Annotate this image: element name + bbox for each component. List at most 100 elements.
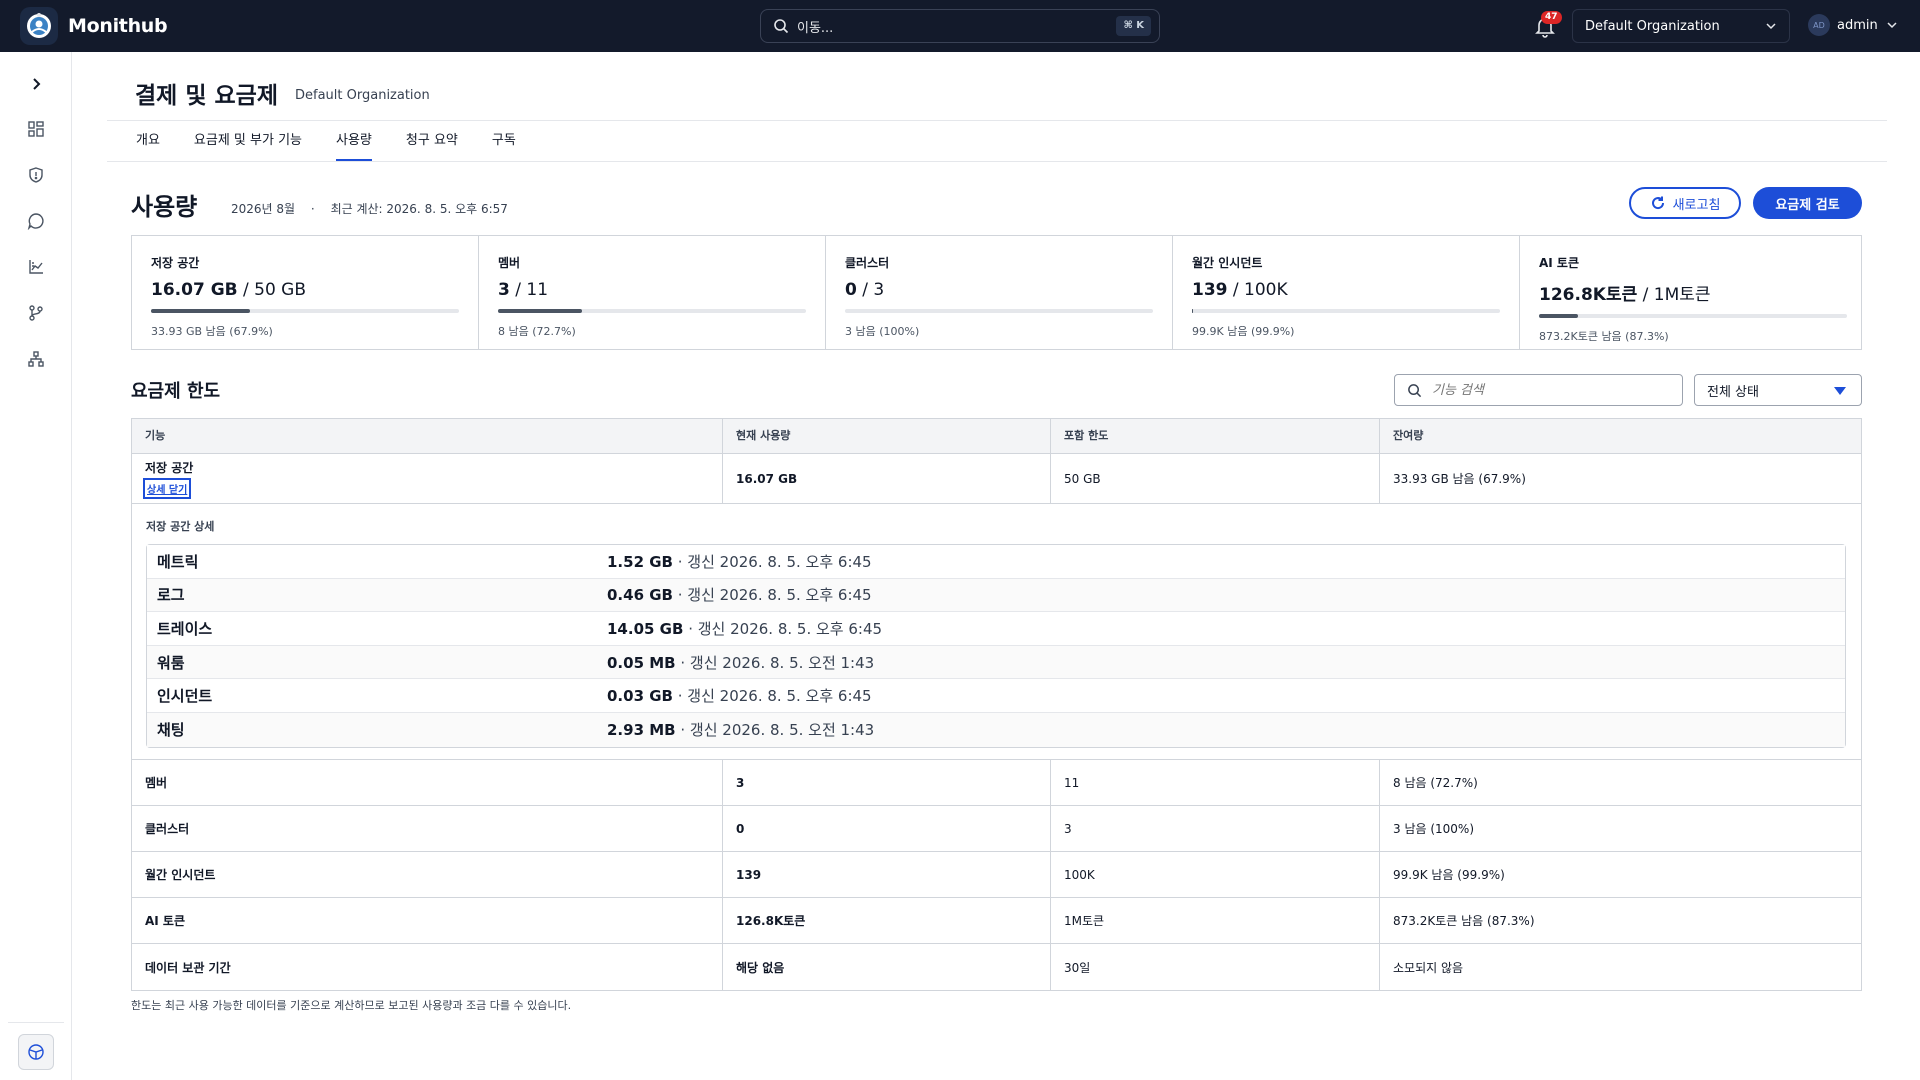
- user-menu[interactable]: AD admin: [1808, 14, 1898, 36]
- usage-card-clusters: 클러스터 0 / 3 3 남음 (100%): [826, 236, 1173, 349]
- usage-cards: 저장 공간 16.07 GB / 50 GB 33.93 GB 남음 (67.9…: [131, 235, 1862, 350]
- feature-search-input[interactable]: [1432, 382, 1662, 398]
- usage-card-ai-tokens: AI 토큰 126.8K토큰 / 1M토큰 873.2K토큰 남음 (87.3%…: [1520, 236, 1866, 349]
- status-filter-select[interactable]: 전체 상태: [1694, 374, 1862, 406]
- brand[interactable]: Monithub: [20, 7, 168, 45]
- plan-limits-table: 기능 현재 사용량 포함 한도 잔여량 저장 공간 상세 닫기 16.07 GB…: [131, 418, 1862, 991]
- storage-detail-panel: 저장 공간 상세 메트릭 1.52 GB · 갱신 2026. 8. 5. 오후…: [132, 504, 1861, 760]
- cell-remaining: 33.93 GB 남음 (67.9%): [1393, 472, 1526, 486]
- card-limit: / 50 GB: [243, 280, 307, 300]
- cell-remaining: 3 남음 (100%): [1393, 822, 1475, 836]
- limits-footnote: 한도는 최근 사용 가능한 데이터를 기준으로 계산하므로 보고된 사용량과 조…: [131, 999, 572, 1012]
- card-remaining: 99.9K 남음 (99.9%): [1192, 325, 1295, 338]
- card-label: AI 토큰: [1539, 256, 1580, 270]
- list-item: 워룸 0.05 MB · 갱신 2026. 8. 5. 오전 1:43: [147, 645, 1845, 680]
- chat-icon[interactable]: [24, 209, 48, 233]
- usage-progress-bar: [1192, 309, 1500, 313]
- table-row: 멤버 3 11 8 남음 (72.7%): [132, 760, 1861, 806]
- cell-feature: 월간 인시던트: [132, 852, 723, 897]
- brand-name: Monithub: [68, 15, 168, 37]
- usage-progress-bar: [845, 309, 1153, 313]
- avatar: AD: [1808, 14, 1830, 36]
- storage-item-name: 트레이스: [157, 619, 213, 638]
- card-used: 16.07 GB: [151, 280, 238, 300]
- review-plan-button[interactable]: 요금제 검토: [1753, 187, 1862, 219]
- card-value: 16.07 GB / 50 GB: [151, 280, 459, 300]
- refresh-button-label: 새로고침: [1672, 197, 1721, 213]
- global-search[interactable]: 이동... ⌘ K: [760, 9, 1160, 43]
- shield-icon[interactable]: [24, 163, 48, 187]
- close-details-link[interactable]: 상세 닫기: [143, 477, 192, 499]
- column-header-current: 현재 사용량: [723, 419, 1051, 453]
- workspace-switch-button[interactable]: [18, 1034, 54, 1070]
- tab-overview[interactable]: 개요: [136, 131, 160, 161]
- storage-item-value: 0.05 MB · 갱신 2026. 8. 5. 오전 1:43: [607, 652, 874, 673]
- table-row-storage: 저장 공간 상세 닫기 16.07 GB 50 GB 33.93 GB 남음 (…: [132, 454, 1861, 504]
- storage-item-name: 메트릭: [157, 552, 199, 571]
- tab-bar: 개요 요금제 및 부가 기능 사용량 청구 요약 구독: [136, 131, 550, 161]
- dashboard-grid-icon[interactable]: [24, 117, 48, 141]
- card-label: 저장 공간: [151, 256, 200, 270]
- organization-select[interactable]: Default Organization: [1572, 9, 1790, 43]
- storage-item-size: 0.05 MB: [607, 653, 676, 672]
- cell-current: 16.07 GB: [723, 454, 1051, 503]
- column-header-feature: 기능: [132, 419, 723, 453]
- refresh-button[interactable]: 새로고침: [1629, 187, 1741, 219]
- topology-icon[interactable]: [24, 347, 48, 371]
- global-search-placeholder: 이동...: [797, 20, 834, 36]
- tab-plans-addons[interactable]: 요금제 및 부가 기능: [194, 131, 302, 161]
- card-value: 0 / 3: [845, 280, 1153, 300]
- cell-limit: 1M토큰: [1051, 898, 1380, 943]
- chart-icon[interactable]: [24, 255, 48, 279]
- storage-item-name: 워룸: [157, 653, 185, 672]
- usage-progress-fill: [151, 309, 250, 313]
- usage-progress-fill: [1539, 314, 1579, 318]
- feature-search[interactable]: [1394, 374, 1683, 406]
- cell-limit: 50 GB: [1051, 454, 1380, 503]
- storage-item-updated: · 갱신 2026. 8. 5. 오후 6:45: [688, 619, 883, 638]
- tab-subscription[interactable]: 구독: [492, 131, 516, 161]
- usage-card-members: 멤버 3 / 11 8 남음 (72.7%): [479, 236, 826, 349]
- storage-item-value: 1.52 GB · 갱신 2026. 8. 5. 오후 6:45: [607, 551, 872, 572]
- storage-item-name: 인시던트: [157, 687, 213, 706]
- card-value: 3 / 11: [498, 280, 806, 300]
- storage-detail-title: 저장 공간 상세: [146, 520, 215, 533]
- card-remaining: 3 남음 (100%): [845, 325, 920, 338]
- chevron-right-icon[interactable]: [24, 72, 48, 96]
- last-calculated: 최근 계산: 2026. 8. 5. 오후 6:57: [330, 202, 508, 216]
- tab-usage[interactable]: 사용량: [336, 131, 372, 161]
- header-divider: [107, 120, 1887, 121]
- storage-item-updated: · 갱신 2026. 8. 5. 오후 6:45: [677, 687, 872, 706]
- meta-separator: ·: [310, 202, 315, 216]
- brand-logo-icon: [20, 7, 58, 45]
- cell-feature: 멤버: [132, 760, 723, 805]
- card-limit: / 1M토큰: [1642, 285, 1711, 305]
- shortcut-badge: ⌘ K: [1116, 16, 1151, 36]
- table-header: 기능 현재 사용량 포함 한도 잔여량: [132, 419, 1861, 454]
- card-remaining: 873.2K토큰 남음 (87.3%): [1539, 330, 1669, 343]
- usage-progress-fill: [498, 309, 583, 313]
- git-branch-icon[interactable]: [24, 301, 48, 325]
- top-bar: Monithub 이동... ⌘ K 47 Default Organizati…: [0, 0, 1920, 52]
- storage-item-name: 로그: [157, 586, 185, 605]
- cell-remaining: 99.9K 남음 (99.9%): [1393, 868, 1505, 882]
- card-label: 월간 인시던트: [1192, 256, 1263, 270]
- card-used: 0: [845, 280, 857, 300]
- notification-count-badge: 47: [1541, 11, 1562, 24]
- table-row: 클러스터 0 3 3 남음 (100%): [132, 806, 1861, 852]
- storage-item-size: 2.93 MB: [607, 721, 676, 740]
- caret-down-icon: [1834, 387, 1846, 395]
- status-filter-value: 전체 상태: [1707, 384, 1759, 400]
- storage-item-value: 14.05 GB · 갱신 2026. 8. 5. 오후 6:45: [607, 618, 882, 639]
- card-used: 126.8K토큰: [1539, 285, 1638, 305]
- cell-current: 126.8K토큰: [723, 898, 1051, 943]
- page-title: 결제 및 요금제: [135, 83, 278, 109]
- usage-progress-bar: [498, 309, 806, 313]
- tab-billing-summary[interactable]: 청구 요약: [406, 131, 458, 161]
- plan-limits-title: 요금제 한도: [131, 381, 221, 402]
- storage-feature-name: 저장 공간: [145, 460, 194, 475]
- cell-limit: 100K: [1051, 852, 1380, 897]
- storage-item-name: 채팅: [157, 721, 185, 740]
- page-org-name: Default Organization: [295, 88, 430, 103]
- card-used: 3: [498, 280, 510, 300]
